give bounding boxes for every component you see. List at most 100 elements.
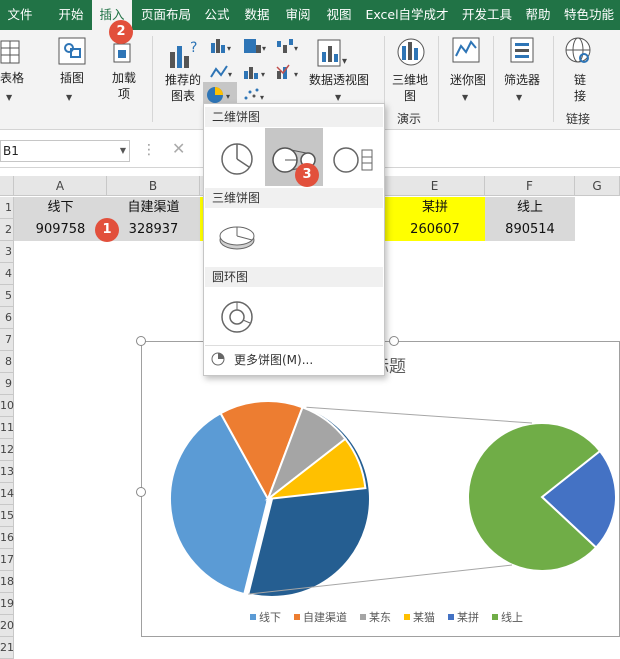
link-button[interactable]: 链 接 bbox=[568, 72, 592, 104]
sparkline-button[interactable]: 迷你图 bbox=[446, 72, 490, 88]
sparkline-icon[interactable] bbox=[451, 36, 481, 67]
row-header-15[interactable]: 15 bbox=[0, 505, 14, 527]
column-header-b[interactable]: B bbox=[107, 176, 200, 196]
link-icon[interactable] bbox=[562, 36, 596, 71]
chart-resize-handle-top[interactable] bbox=[389, 336, 399, 346]
legend-swatch-5[interactable] bbox=[492, 614, 498, 620]
map-3d-button[interactable]: 三维地 图 bbox=[388, 72, 432, 104]
cell-b1[interactable]: 自建渠道 bbox=[107, 197, 200, 219]
tab-home[interactable]: 开始 bbox=[52, 0, 90, 30]
legend-swatch-3[interactable] bbox=[404, 614, 410, 620]
tab-page-layout[interactable]: 页面布局 bbox=[136, 0, 196, 30]
cancel-icon[interactable]: ✕ bbox=[172, 139, 185, 158]
tab-special-features[interactable]: 特色功能 bbox=[561, 0, 617, 30]
chart-resize-handle-top-left[interactable] bbox=[136, 336, 146, 346]
slicer-icon[interactable] bbox=[507, 36, 537, 67]
row-header-13[interactable]: 13 bbox=[0, 461, 14, 483]
row-header-2[interactable]: 2 bbox=[0, 219, 14, 241]
row-header-11[interactable]: 11 bbox=[0, 417, 14, 439]
cell-b2[interactable]: 328937 bbox=[107, 219, 200, 241]
tab-help[interactable]: 帮助 bbox=[521, 0, 555, 30]
row-header-12[interactable]: 12 bbox=[0, 439, 14, 461]
cell-e2[interactable]: 260607 bbox=[385, 219, 485, 241]
legend-label-3[interactable]: 某猫 bbox=[413, 611, 435, 624]
pie-of-pie-chart[interactable]: 图表标题 线下自建渠道某东某猫某拼线上 bbox=[142, 342, 620, 638]
column-header-f[interactable]: F bbox=[485, 176, 575, 196]
svg-text:▾: ▾ bbox=[294, 70, 298, 79]
tab-excel-self-study[interactable]: Excel自学成才 bbox=[362, 0, 452, 30]
more-pie-charts-item[interactable]: 更多饼图(M)... bbox=[234, 351, 313, 368]
illustrations-icon[interactable] bbox=[58, 36, 86, 69]
legend-swatch-2[interactable] bbox=[360, 614, 366, 620]
addins-button[interactable]: 加载 项 bbox=[108, 70, 140, 102]
legend-label-4[interactable]: 某拼 bbox=[457, 610, 479, 624]
row-header-20[interactable]: 20 bbox=[0, 615, 14, 637]
row-header-10[interactable]: 10 bbox=[0, 395, 14, 417]
column-header-g[interactable]: G bbox=[575, 176, 620, 196]
slicer-button[interactable]: 筛选器 bbox=[500, 72, 544, 88]
bar-of-pie-option[interactable] bbox=[326, 130, 380, 188]
table-icon[interactable] bbox=[0, 38, 22, 69]
legend-label-0[interactable]: 线下 bbox=[259, 610, 281, 624]
column-header-a[interactable]: A bbox=[14, 176, 107, 196]
row-header-5[interactable]: 5 bbox=[0, 285, 14, 307]
row-header-21[interactable]: 21 bbox=[0, 637, 14, 659]
column-chart-icon[interactable]: ▾ bbox=[209, 37, 235, 58]
tab-file[interactable]: 文件 bbox=[0, 0, 40, 30]
row-header-18[interactable]: 18 bbox=[0, 571, 14, 593]
select-all-corner[interactable] bbox=[0, 176, 14, 196]
table-button[interactable]: 表格 bbox=[0, 70, 30, 86]
row-header-4[interactable]: 4 bbox=[0, 263, 14, 285]
column-header-e[interactable]: E bbox=[385, 176, 485, 196]
illustrations-button[interactable]: 插图 bbox=[58, 70, 86, 86]
cell-a2[interactable]: 909758 bbox=[14, 219, 107, 241]
illustrations-caret-icon[interactable]: ▼ bbox=[66, 88, 72, 106]
line-chart-icon[interactable]: ▾ bbox=[209, 63, 235, 84]
pie-2d-option[interactable] bbox=[212, 130, 262, 188]
hierarchy-chart-icon[interactable]: ▾ bbox=[242, 37, 268, 58]
tab-formulas[interactable]: 公式 bbox=[200, 0, 234, 30]
legend-label-1[interactable]: 自建渠道 bbox=[303, 610, 347, 624]
row-header-8[interactable]: 8 bbox=[0, 351, 14, 373]
pivot-chart-button[interactable]: 数据透视图 bbox=[305, 72, 373, 88]
combo-chart-icon[interactable]: ▾ bbox=[275, 63, 301, 84]
legend-swatch-0[interactable] bbox=[250, 614, 256, 620]
cell-a1[interactable]: 线下 bbox=[14, 197, 107, 219]
cell-f1[interactable]: 线上 bbox=[485, 197, 575, 219]
row-header-16[interactable]: 16 bbox=[0, 527, 14, 549]
chart-area[interactable]: 图表标题 线下自建渠道某东某猫某拼线上 bbox=[141, 341, 620, 637]
tab-data[interactable]: 数据 bbox=[240, 0, 274, 30]
name-box[interactable]: B1 ▼ bbox=[0, 140, 130, 162]
tab-review[interactable]: 审阅 bbox=[281, 0, 315, 30]
legend-swatch-4[interactable] bbox=[448, 614, 454, 620]
recommended-charts-button[interactable]: 推荐的 图表 bbox=[160, 72, 206, 104]
map-3d-icon[interactable] bbox=[394, 36, 428, 71]
row-header-7[interactable]: 7 bbox=[0, 329, 14, 351]
row-header-9[interactable]: 9 bbox=[0, 373, 14, 395]
pivot-chart-icon[interactable]: ▾ bbox=[316, 36, 356, 73]
pie-3d-option[interactable] bbox=[212, 212, 262, 262]
recommended-charts-icon[interactable]: ? bbox=[168, 38, 202, 75]
statistic-chart-icon[interactable]: ▾ bbox=[242, 63, 268, 84]
tab-view[interactable]: 视图 bbox=[322, 0, 356, 30]
row-header-17[interactable]: 17 bbox=[0, 549, 14, 571]
table-caret-icon[interactable]: ▼ bbox=[6, 88, 12, 106]
legend-swatch-1[interactable] bbox=[294, 614, 300, 620]
slicer-caret-icon[interactable]: ▼ bbox=[516, 88, 522, 106]
waterfall-chart-icon[interactable]: ▾ bbox=[275, 37, 301, 58]
cell-e1[interactable]: 某拼 bbox=[385, 197, 485, 219]
tab-developer[interactable]: 开发工具 bbox=[457, 0, 517, 30]
row-header-6[interactable]: 6 bbox=[0, 307, 14, 329]
row-header-1[interactable]: 1 bbox=[0, 197, 14, 219]
name-box-caret-icon[interactable]: ▼ bbox=[120, 141, 126, 161]
chart-resize-handle-left[interactable] bbox=[136, 487, 146, 497]
legend-label-5[interactable]: 线上 bbox=[501, 610, 523, 624]
row-header-19[interactable]: 19 bbox=[0, 593, 14, 615]
legend-label-2[interactable]: 某东 bbox=[369, 611, 391, 624]
donut-option[interactable] bbox=[212, 292, 262, 342]
formula-bar-grip-icon: ⋮ bbox=[142, 142, 156, 158]
sparkline-caret-icon[interactable]: ▼ bbox=[462, 88, 468, 106]
row-header-14[interactable]: 14 bbox=[0, 483, 14, 505]
cell-f2[interactable]: 890514 bbox=[485, 219, 575, 241]
row-header-3[interactable]: 3 bbox=[0, 241, 14, 263]
